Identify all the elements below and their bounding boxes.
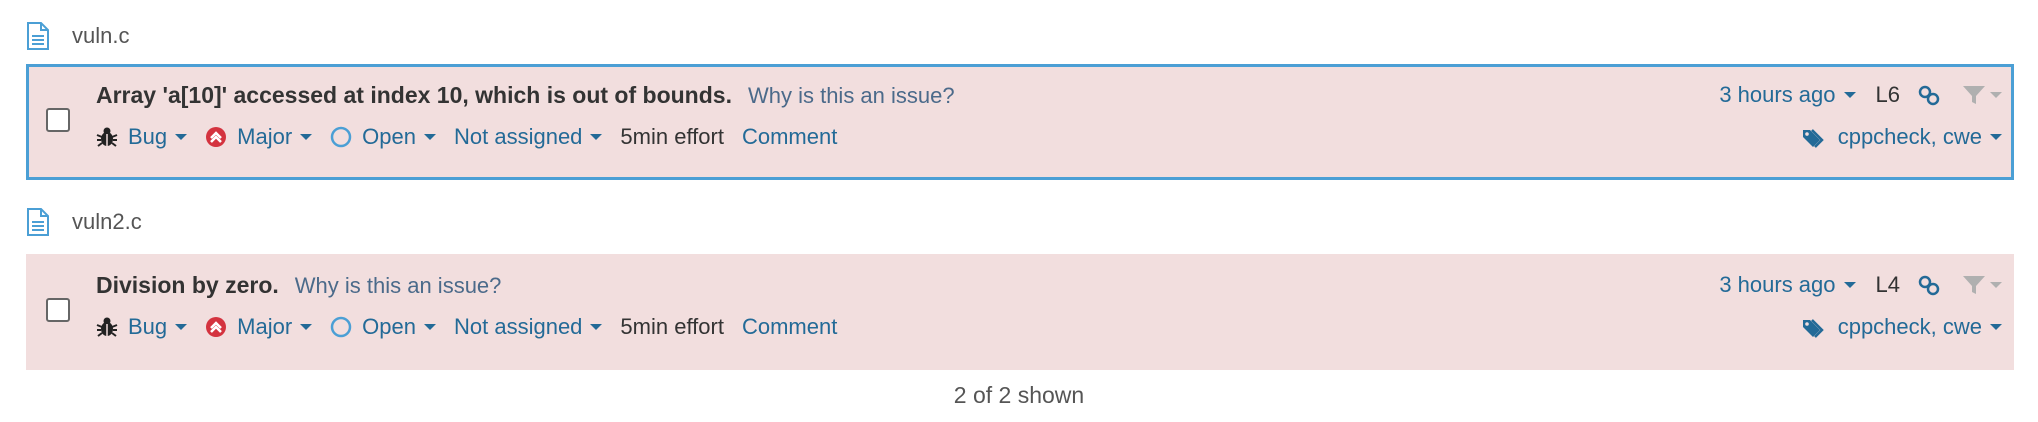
status-label: Open [362, 314, 416, 339]
issue-message[interactable]: Array 'a[10]' accessed at index 10, whic… [96, 82, 732, 109]
issue-card[interactable]: Array 'a[10]' accessed at index 10, whic… [26, 64, 2014, 180]
chevron-down-icon [175, 324, 188, 330]
effort-label: 5min effort [620, 124, 724, 149]
tags-icon [1802, 316, 1830, 338]
major-severity-icon [205, 316, 227, 338]
creation-date-dropdown[interactable]: 3 hours ago [1719, 272, 1856, 298]
issue-location: 3 hours ago L6 [1719, 82, 2002, 108]
severity-dropdown[interactable]: Major [205, 124, 313, 150]
bug-icon [96, 126, 118, 148]
assignee-dropdown[interactable]: Not assigned [454, 314, 603, 340]
chevron-down-icon [1843, 92, 1856, 98]
chevron-down-icon [424, 134, 436, 140]
filter-icon[interactable] [1962, 274, 2002, 296]
why-issue-link[interactable]: Why is this an issue? [295, 273, 502, 299]
file-name[interactable]: vuln2.c [72, 209, 142, 235]
chevron-down-icon [300, 324, 313, 330]
creation-date-label: 3 hours ago [1719, 272, 1836, 297]
tags-label: cppcheck, cwe [1837, 124, 1982, 149]
chevron-down-icon [424, 324, 436, 330]
pagination-summary: 2 of 2 shown [953, 382, 1085, 408]
issue-type-label: Bug [128, 314, 168, 339]
chevron-down-icon [590, 324, 603, 330]
chevron-down-icon [175, 134, 188, 140]
severity-label: Major [237, 124, 293, 149]
status-label: Open [362, 124, 416, 149]
issues-list: vuln.c Array 'a[10]' accessed at index 1… [0, 0, 2038, 422]
issue-message[interactable]: Division by zero. [96, 272, 279, 299]
why-issue-link[interactable]: Why is this an issue? [748, 83, 955, 109]
assignee-label: Not assigned [454, 124, 583, 149]
open-status-icon [330, 126, 352, 148]
issue-type-dropdown[interactable]: Bug [96, 124, 188, 150]
chevron-down-icon [1990, 324, 2002, 330]
tags-dropdown[interactable]: cppcheck, cwe [1802, 314, 2002, 340]
issue-type-label: Bug [128, 124, 168, 149]
tags-icon [1802, 126, 1830, 148]
issue-title-row: Division by zero. Why is this an issue? [96, 272, 501, 299]
issue-checkbox[interactable] [46, 108, 70, 132]
issue-meta-row: Bug Major Open Not assigned 5min effort … [96, 124, 837, 150]
issue-title-row: Array 'a[10]' accessed at index 10, whic… [96, 82, 955, 109]
effort-label: 5min effort [620, 314, 724, 339]
severity-label: Major [237, 314, 293, 339]
filter-icon[interactable] [1962, 84, 2002, 106]
assignee-label: Not assigned [454, 314, 583, 339]
comment-link[interactable]: Comment [742, 124, 837, 150]
chevron-down-icon [1990, 92, 2002, 98]
file-icon [26, 208, 50, 236]
chevron-down-icon [590, 134, 603, 140]
issue-checkbox[interactable] [46, 298, 70, 322]
line-number: L4 [1875, 272, 1900, 297]
chevron-down-icon [1990, 134, 2002, 140]
bug-icon [96, 316, 118, 338]
open-status-icon [330, 316, 352, 338]
tags-label: cppcheck, cwe [1837, 314, 1982, 339]
assignee-dropdown[interactable]: Not assigned [454, 124, 603, 150]
chevron-down-icon [1990, 282, 2002, 288]
issue-type-dropdown[interactable]: Bug [96, 314, 188, 340]
chevron-down-icon [300, 134, 313, 140]
creation-date-dropdown[interactable]: 3 hours ago [1719, 82, 1856, 108]
link-icon[interactable] [1918, 274, 1940, 296]
issue-card[interactable]: Division by zero. Why is this an issue? [26, 254, 2014, 370]
creation-date-label: 3 hours ago [1719, 82, 1836, 107]
link-icon[interactable] [1918, 84, 1940, 106]
file-header: vuln.c [26, 22, 129, 50]
file-icon [26, 22, 50, 50]
file-header: vuln2.c [26, 208, 142, 236]
tags-dropdown[interactable]: cppcheck, cwe [1802, 124, 2002, 150]
file-name[interactable]: vuln.c [72, 23, 129, 49]
issue-meta-row: Bug Major Open Not assigned 5min effort … [96, 314, 837, 340]
line-number: L6 [1875, 82, 1900, 107]
issue-location: 3 hours ago L4 [1719, 272, 2002, 298]
status-dropdown[interactable]: Open [330, 124, 436, 150]
status-dropdown[interactable]: Open [330, 314, 436, 340]
chevron-down-icon [1843, 282, 1856, 288]
severity-dropdown[interactable]: Major [205, 314, 313, 340]
major-severity-icon [205, 126, 227, 148]
comment-link[interactable]: Comment [742, 314, 837, 340]
